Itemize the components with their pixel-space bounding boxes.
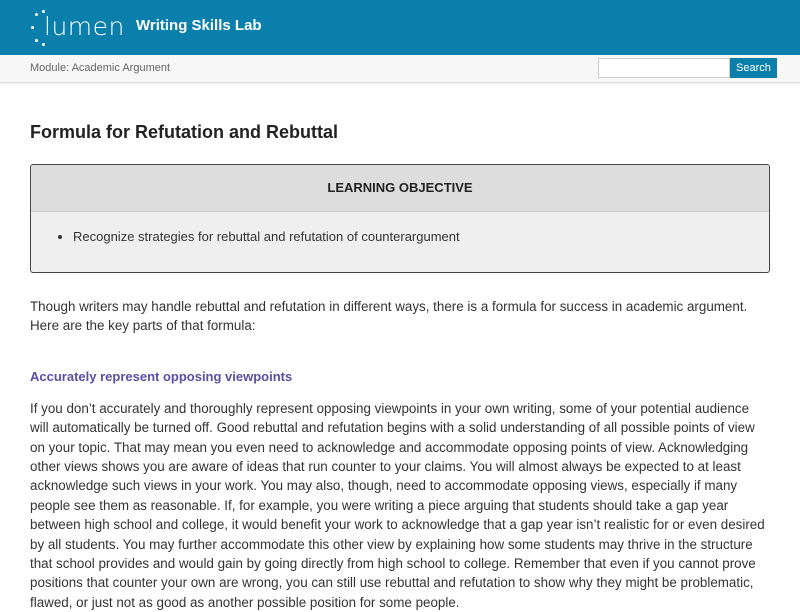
section-heading: Accurately represent opposing viewpoints [30, 368, 293, 384]
search-form: Search [598, 58, 777, 78]
lumen-logo[interactable]: lumen [28, 10, 124, 46]
learning-objective-box: LEARNING OBJECTIVE Recognize strategies … [30, 164, 770, 273]
page-title: Formula for Refutation and Rebuttal [30, 122, 338, 142]
search-button[interactable]: Search [730, 58, 777, 78]
learning-objective-heading: LEARNING OBJECTIVE [31, 165, 769, 212]
module-breadcrumb[interactable]: Module: Academic Argument [30, 62, 170, 74]
intro-paragraph: Though writers may handle rebuttal and r… [30, 299, 748, 334]
search-input[interactable] [598, 58, 730, 78]
learning-objective-list: Recognize strategies for rebuttal and re… [31, 229, 769, 244]
top-navigation-bar: lumen Writing Skills Lab [0, 0, 800, 55]
section-paragraph: If you don’t accurately and thoroughly r… [30, 400, 765, 610]
site-title[interactable]: Writing Skills Lab [136, 17, 262, 34]
module-bar: Module: Academic Argument Search [0, 55, 800, 83]
logo-text: lumen [44, 12, 125, 41]
main-content: Formula for Refutation and Rebuttal LEAR… [0, 121, 800, 612]
learning-objective-item: Recognize strategies for rebuttal and re… [73, 229, 769, 244]
